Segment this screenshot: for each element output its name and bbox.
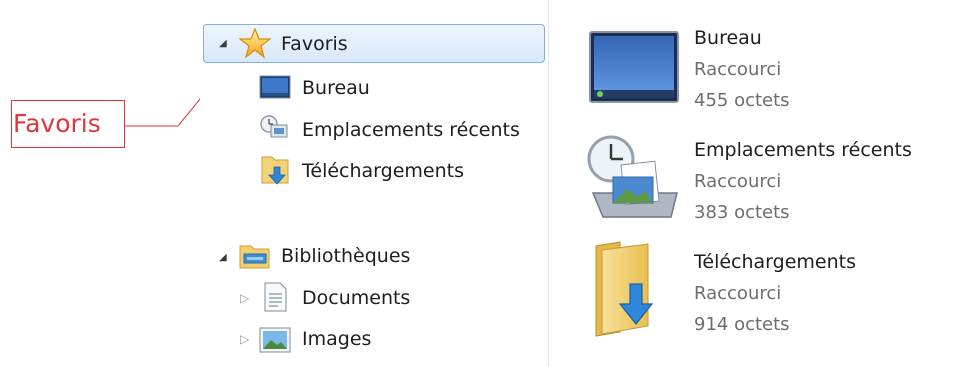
item-name-emplacements-recents[interactable]: Emplacements récents [694, 138, 912, 162]
downloads-folder-large-icon[interactable] [592, 240, 672, 338]
expand-arrow-icon[interactable]: ◢ [219, 37, 227, 51]
nav-item-images[interactable]: Images [302, 327, 371, 351]
pictures-icon [259, 327, 291, 353]
item-name-telechargements[interactable]: Téléchargements [694, 250, 856, 274]
item-type: Raccourci [694, 59, 782, 80]
nav-item-telechargements[interactable]: Téléchargements [302, 159, 464, 183]
collapse-arrow-icon[interactable]: ▷ [240, 291, 249, 305]
documents-icon [264, 282, 287, 312]
item-size: 383 octets [694, 202, 790, 223]
nav-item-documents[interactable]: Documents [302, 286, 410, 310]
nav-favorites-label[interactable]: Favoris [281, 32, 348, 56]
item-type: Raccourci [694, 283, 782, 304]
nav-item-emplacements-recents[interactable]: Emplacements récents [302, 118, 520, 142]
expand-arrow-icon[interactable]: ◢ [219, 251, 227, 265]
nav-libraries-label[interactable]: Bibliothèques [281, 244, 410, 268]
libraries-icon [239, 245, 270, 269]
desktop-large-icon[interactable] [588, 30, 680, 104]
downloads-folder-icon [261, 156, 289, 185]
collapse-arrow-icon[interactable]: ▷ [240, 332, 249, 346]
nav-item-bureau[interactable]: Bureau [302, 76, 370, 100]
item-name-bureau[interactable]: Bureau [694, 26, 762, 50]
item-size: 455 octets [694, 90, 790, 111]
recent-places-large-icon[interactable] [583, 133, 679, 225]
recent-places-icon [260, 115, 288, 138]
item-size: 914 octets [694, 314, 790, 335]
item-type: Raccourci [694, 171, 782, 192]
star-icon [238, 27, 272, 59]
pane-divider[interactable] [548, 0, 549, 367]
desktop-icon [259, 75, 291, 99]
